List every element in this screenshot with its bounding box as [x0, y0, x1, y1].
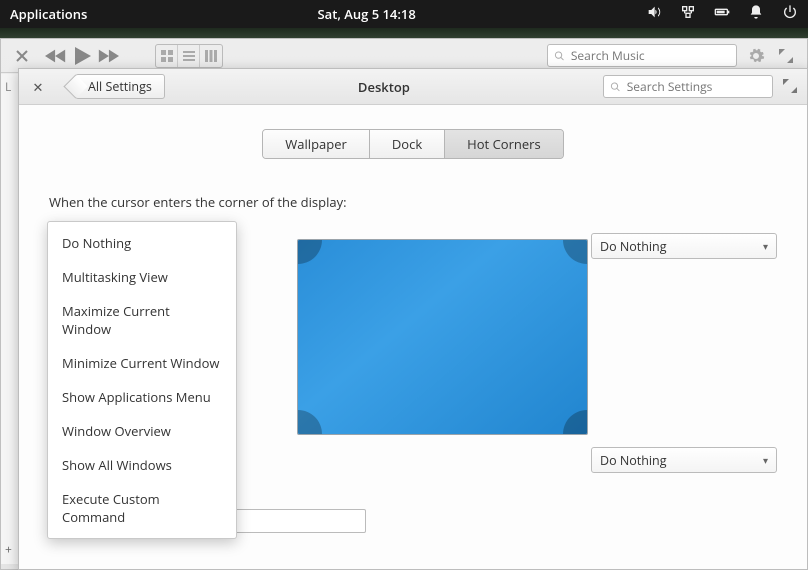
dropdown-item[interactable]: Show All Windows [48, 448, 236, 482]
all-settings-button[interactable]: All Settings [75, 74, 165, 99]
corner-indicator-tl [298, 240, 322, 264]
corner-top-right-value: Do Nothing [600, 238, 667, 255]
search-music-field[interactable] [547, 44, 737, 67]
battery-icon[interactable] [714, 4, 730, 24]
view-grid-icon[interactable] [156, 45, 178, 67]
view-column-icon[interactable] [200, 45, 222, 67]
notifications-icon[interactable] [748, 4, 764, 24]
power-icon[interactable] [782, 4, 798, 24]
close-icon[interactable] [11, 45, 33, 67]
corner-top-left-dropdown[interactable]: Do Nothing Multitasking View Maximize Cu… [47, 221, 237, 539]
corner-indicator-bl [298, 410, 322, 434]
applications-menu[interactable]: Applications [10, 5, 87, 23]
corner-indicator-tr [563, 240, 587, 264]
library-label: L [1, 74, 18, 99]
search-settings-field[interactable] [603, 75, 773, 98]
chevron-down-icon: ▾ [763, 239, 768, 253]
add-playlist-icon[interactable]: + [5, 541, 12, 558]
view-mode-group[interactable] [155, 44, 223, 68]
search-music-input[interactable] [571, 47, 730, 64]
previous-icon[interactable] [45, 45, 67, 67]
tab-hot-corners[interactable]: Hot Corners [445, 130, 563, 158]
next-icon[interactable] [97, 45, 119, 67]
gear-icon[interactable] [745, 45, 767, 67]
view-list-icon[interactable] [178, 45, 200, 67]
network-icon[interactable] [680, 4, 696, 24]
search-settings-input[interactable] [627, 78, 766, 95]
play-icon[interactable] [71, 45, 93, 67]
search-icon [610, 81, 621, 93]
close-icon[interactable]: ✕ [29, 78, 47, 96]
dropdown-item[interactable]: Minimize Current Window [48, 346, 236, 380]
window-title: Desktop [175, 78, 593, 96]
maximize-icon[interactable] [775, 45, 797, 67]
dropdown-item[interactable]: Do Nothing [48, 226, 236, 260]
panel-clock[interactable]: Sat, Aug 5 14:18 [87, 5, 646, 23]
display-preview [297, 239, 588, 435]
corner-top-right-select[interactable]: Do Nothing ▾ [591, 233, 777, 259]
dropdown-item[interactable]: Maximize Current Window [48, 294, 236, 346]
chevron-down-icon: ▾ [763, 453, 768, 467]
search-icon [554, 50, 565, 62]
corner-bottom-right-select[interactable]: Do Nothing ▾ [591, 447, 777, 473]
corner-bottom-right-value: Do Nothing [600, 452, 667, 469]
hot-corners-instruction: When the cursor enters the corner of the… [49, 193, 777, 211]
maximize-icon[interactable] [783, 76, 797, 98]
settings-window: ✕ All Settings Desktop Wallpaper Dock Ho… [18, 68, 808, 570]
dropdown-item[interactable]: Window Overview [48, 414, 236, 448]
system-top-panel: Applications Sat, Aug 5 14:18 [0, 0, 808, 28]
volume-icon[interactable] [646, 4, 662, 24]
corner-indicator-br [563, 410, 587, 434]
dropdown-item[interactable]: Execute Custom Command [48, 482, 236, 534]
tab-wallpaper[interactable]: Wallpaper [263, 130, 370, 158]
dropdown-item[interactable]: Multitasking View [48, 260, 236, 294]
tab-dock[interactable]: Dock [370, 130, 445, 158]
dropdown-item[interactable]: Show Applications Menu [48, 380, 236, 414]
settings-tabs: Wallpaper Dock Hot Corners [262, 129, 563, 159]
